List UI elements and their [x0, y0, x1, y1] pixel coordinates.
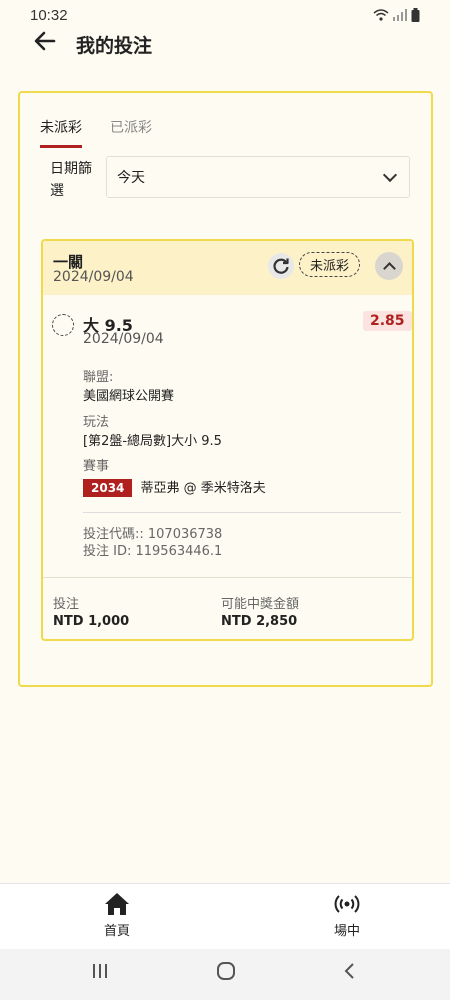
bet-card: 一關 2024/09/04 未派彩 大 9.5 2024/09/04 2.85 …: [41, 239, 414, 641]
stake-value: NTD 1,000: [53, 614, 130, 629]
payout-value: NTD 2,850: [221, 614, 298, 629]
play-value: [第2盤-總局數]大小 9.5: [83, 434, 222, 449]
payout-label: 可能中獎金額: [221, 597, 300, 612]
nav-home-label: 首頁: [103, 924, 130, 939]
system-nav-bar: [0, 949, 450, 1000]
signal-icon: [393, 9, 407, 21]
chevron-down-icon: [382, 167, 398, 183]
divider: [83, 512, 401, 513]
date-filter-select[interactable]: 今天: [106, 156, 410, 198]
bet-id: 投注 ID: 119563446.1: [83, 544, 223, 559]
battery-icon: [411, 8, 420, 22]
live-broadcast-icon: [334, 895, 360, 913]
back-arrow-icon[interactable]: [32, 28, 58, 60]
bet-status-badge: 未派彩: [299, 252, 361, 277]
league-label: 聯盟:: [83, 370, 114, 385]
bet-tabs: 未派彩 已派彩: [40, 117, 152, 148]
bet-date: 2024/09/04: [53, 269, 134, 285]
status-icons: [373, 8, 420, 22]
home-button-icon[interactable]: [216, 961, 236, 986]
date-filter-value: 今天: [117, 170, 145, 186]
tab-unsettled[interactable]: 未派彩: [40, 117, 82, 148]
chevron-up-icon[interactable]: [375, 252, 403, 280]
event-number-badge: 2034: [83, 479, 133, 497]
event-info: 賽事 2034 蒂亞弗 @ 季米特洛夫: [83, 455, 266, 497]
status-bar: 10:32: [0, 0, 450, 30]
league-info: 聯盟: 美國網球公開賽: [83, 366, 174, 404]
nav-live-label: 場中: [333, 924, 360, 939]
home-icon: [105, 893, 129, 915]
recent-apps-icon[interactable]: [92, 961, 108, 985]
status-time: 10:32: [30, 7, 68, 24]
wifi-icon: [373, 9, 389, 21]
date-filter-label: 日期篩選: [50, 161, 92, 199]
stake-label: 投注: [53, 597, 80, 612]
tab-settled[interactable]: 已派彩: [110, 117, 152, 148]
play-label: 玩法: [83, 415, 110, 430]
league-value: 美國網球公開賽: [83, 389, 175, 404]
bets-panel: 未派彩 已派彩 日期篩選 今天 一關 2024/09/04 未派彩 大 9.5 …: [18, 91, 433, 687]
stake-info: 投注 NTD 1,000: [53, 596, 129, 630]
event-teams: 蒂亞弗 @ 季米特洛夫: [140, 481, 266, 496]
event-label: 賽事: [83, 459, 110, 474]
bet-codes: 投注代碼:: 107036738 投注 ID: 119563446.1: [83, 526, 222, 560]
footer-divider: [43, 577, 412, 578]
page-title: 我的投注: [76, 35, 153, 57]
event-row: 2034 蒂亞弗 @ 季米特洛夫: [83, 477, 266, 497]
selection-radio[interactable]: [52, 314, 74, 336]
selection-date: 2024/09/04: [83, 331, 164, 347]
play-info: 玩法 [第2盤-總局數]大小 9.5: [83, 411, 222, 449]
payout-info: 可能中獎金額 NTD 2,850: [221, 596, 299, 630]
bottom-nav: 首頁 場中: [0, 883, 450, 950]
bet-code: 投注代碼:: 107036738: [83, 527, 223, 542]
nav-live[interactable]: 場中: [307, 892, 387, 939]
odds-badge: 2.85: [363, 311, 412, 331]
nav-home[interactable]: 首頁: [77, 892, 157, 939]
app-header: 我的投注: [0, 28, 450, 58]
back-nav-icon[interactable]: [342, 961, 356, 986]
refresh-icon[interactable]: [268, 253, 294, 279]
bet-card-header: 一關 2024/09/04 未派彩: [43, 241, 412, 295]
